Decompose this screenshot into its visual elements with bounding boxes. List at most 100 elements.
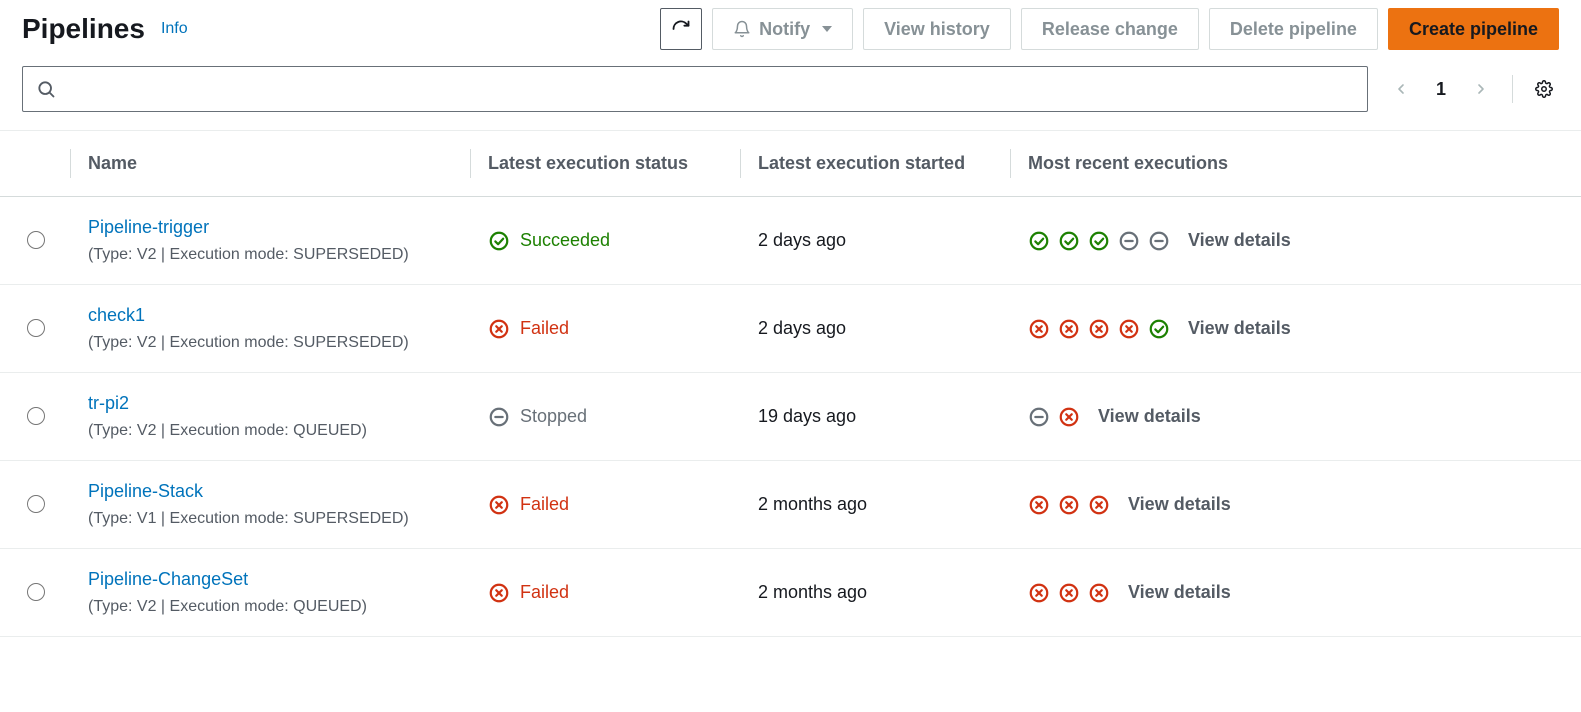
pipeline-link[interactable]: tr-pi2 <box>88 393 129 413</box>
column-name[interactable]: Name <box>70 131 470 197</box>
success-icon <box>1148 318 1170 340</box>
fail-icon <box>1058 406 1080 428</box>
row-status-cell: Failed <box>470 549 740 637</box>
row-started-cell: 2 days ago <box>740 285 1010 373</box>
view-details-link[interactable]: View details <box>1128 582 1231 603</box>
row-status-cell: Succeeded <box>470 197 740 285</box>
recent-executions: View details <box>1028 318 1563 340</box>
row-select-radio[interactable] <box>27 495 45 513</box>
view-details-link[interactable]: View details <box>1188 318 1291 339</box>
page-header: Pipelines Info Notify View history Relea… <box>0 0 1581 66</box>
column-select <box>0 131 70 197</box>
view-history-label: View history <box>884 19 990 40</box>
started-text: 2 days ago <box>758 318 846 338</box>
column-recent[interactable]: Most recent executions <box>1010 131 1581 197</box>
stopped-icon <box>1118 230 1140 252</box>
row-status-cell: Failed <box>470 461 740 549</box>
column-started[interactable]: Latest execution started <box>740 131 1010 197</box>
row-select-cell <box>0 461 70 549</box>
release-change-button[interactable]: Release change <box>1021 8 1199 50</box>
started-text: 2 months ago <box>758 582 867 602</box>
status-text: Failed <box>520 582 569 603</box>
notify-button[interactable]: Notify <box>712 8 853 50</box>
search-icon <box>36 79 56 99</box>
recent-executions: View details <box>1028 582 1563 604</box>
release-change-label: Release change <box>1042 19 1178 40</box>
row-select-radio[interactable] <box>27 583 45 601</box>
fail-icon <box>488 582 510 604</box>
row-status-cell: Stopped <box>470 373 740 461</box>
row-select-radio[interactable] <box>27 319 45 337</box>
pipeline-meta: (Type: V2 | Execution mode: SUPERSEDED) <box>88 334 452 352</box>
info-link[interactable]: Info <box>161 20 188 38</box>
pager-prev-button[interactable] <box>1386 74 1416 104</box>
page-title: Pipelines <box>22 13 145 45</box>
chevron-left-icon <box>1393 81 1409 97</box>
row-name-cell: check1 (Type: V2 | Execution mode: SUPERS… <box>70 285 470 373</box>
table-row: Pipeline-trigger (Type: V2 | Execution mo… <box>0 197 1581 285</box>
pipeline-link[interactable]: Pipeline-trigger <box>88 217 209 237</box>
pager: 1 <box>1386 73 1559 106</box>
fail-icon <box>1028 494 1050 516</box>
search-input[interactable] <box>22 66 1368 112</box>
refresh-icon <box>671 19 691 39</box>
row-select-cell <box>0 373 70 461</box>
fail-icon <box>1088 494 1110 516</box>
pipeline-meta: (Type: V2 | Execution mode: QUEUED) <box>88 598 452 616</box>
pipeline-link[interactable]: Pipeline-Stack <box>88 481 203 501</box>
row-status-cell: Failed <box>470 285 740 373</box>
chevron-down-icon <box>822 26 832 32</box>
row-select-cell <box>0 549 70 637</box>
pipeline-meta: (Type: V2 | Execution mode: QUEUED) <box>88 422 452 440</box>
search-row: 1 <box>0 66 1581 131</box>
row-select-cell <box>0 285 70 373</box>
fail-icon <box>1028 582 1050 604</box>
started-text: 2 months ago <box>758 494 867 514</box>
status-text: Failed <box>520 494 569 515</box>
recent-executions: View details <box>1028 494 1563 516</box>
fail-icon <box>1118 318 1140 340</box>
column-status[interactable]: Latest execution status <box>470 131 740 197</box>
row-recent-cell: View details <box>1010 549 1581 637</box>
refresh-button[interactable] <box>660 8 702 50</box>
success-icon <box>488 230 510 252</box>
row-name-cell: Pipeline-ChangeSet (Type: V2 | Execution … <box>70 549 470 637</box>
success-icon <box>1028 230 1050 252</box>
row-name-cell: Pipeline-Stack (Type: V1 | Execution mode… <box>70 461 470 549</box>
fail-icon <box>488 494 510 516</box>
stopped-icon <box>488 406 510 428</box>
pipeline-meta: (Type: V1 | Execution mode: SUPERSEDED) <box>88 510 452 528</box>
row-recent-cell: View details <box>1010 197 1581 285</box>
view-details-link[interactable]: View details <box>1098 406 1201 427</box>
row-name-cell: Pipeline-trigger (Type: V2 | Execution mo… <box>70 197 470 285</box>
pager-next-button[interactable] <box>1466 74 1496 104</box>
pipeline-link[interactable]: Pipeline-ChangeSet <box>88 569 248 589</box>
status-text: Succeeded <box>520 230 610 251</box>
row-recent-cell: View details <box>1010 461 1581 549</box>
bell-icon <box>733 20 751 38</box>
row-name-cell: tr-pi2 (Type: V2 | Execution mode: QUEUED… <box>70 373 470 461</box>
fail-icon <box>1028 318 1050 340</box>
row-recent-cell: View details <box>1010 373 1581 461</box>
view-history-button[interactable]: View history <box>863 8 1011 50</box>
fail-icon <box>1088 582 1110 604</box>
delete-pipeline-button[interactable]: Delete pipeline <box>1209 8 1378 50</box>
create-pipeline-button[interactable]: Create pipeline <box>1388 8 1559 50</box>
pipeline-meta: (Type: V2 | Execution mode: SUPERSEDED) <box>88 246 452 264</box>
delete-pipeline-label: Delete pipeline <box>1230 19 1357 40</box>
started-text: 2 days ago <box>758 230 846 250</box>
fail-icon <box>1088 318 1110 340</box>
settings-button[interactable] <box>1529 74 1559 104</box>
table-row: check1 (Type: V2 | Execution mode: SUPERS… <box>0 285 1581 373</box>
table-row: Pipeline-ChangeSet (Type: V2 | Execution … <box>0 549 1581 637</box>
row-select-radio[interactable] <box>27 231 45 249</box>
status-text: Stopped <box>520 406 587 427</box>
view-details-link[interactable]: View details <box>1188 230 1291 251</box>
fail-icon <box>1058 494 1080 516</box>
view-details-link[interactable]: View details <box>1128 494 1231 515</box>
row-recent-cell: View details <box>1010 285 1581 373</box>
fail-icon <box>488 318 510 340</box>
fail-icon <box>1058 582 1080 604</box>
row-select-radio[interactable] <box>27 407 45 425</box>
pipeline-link[interactable]: check1 <box>88 305 145 325</box>
